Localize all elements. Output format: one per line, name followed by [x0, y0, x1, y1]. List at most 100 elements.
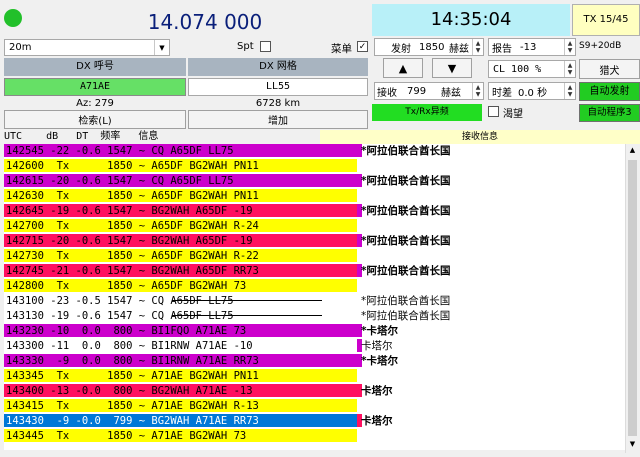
decode-row[interactable]: 143430 -9 -0.0 799 ~ BG2WAH A71AE RR73 卡塔…	[4, 414, 625, 428]
dx-grid-field[interactable]: LL55	[188, 78, 368, 96]
frequency-display: 14.074 000	[147, 10, 263, 34]
decode-country: *阿拉伯联合酋长国	[361, 295, 451, 307]
decode-country: *阿拉伯联合酋长国	[361, 265, 451, 277]
s9-label: S9+20dB	[579, 41, 622, 51]
decode-message: 142715 -20 -0.6 1547 ~ BG2WAH A65DF -19	[4, 234, 357, 247]
rx-freq-spinner[interactable]: 接收 799 赫兹 ▲ ▼	[374, 82, 484, 100]
tx-label: 发射	[391, 43, 411, 55]
decode-message: 143100 -23 -0.5 1547 ~ CQ A65DF LL75	[4, 294, 357, 307]
lookup-button[interactable]: 检索(L)	[4, 110, 186, 129]
decode-country: 卡塔尔	[361, 385, 393, 397]
rx-info-header: 接收信息	[320, 130, 640, 144]
freq-up-button[interactable]: ▲	[383, 58, 423, 78]
distance-readout: 6728 km	[255, 98, 301, 109]
txrx-split-button[interactable]: Tx/Rx异频	[372, 104, 482, 121]
decode-row[interactable]: 142715 -20 -0.6 1547 ~ BG2WAH A65DF -19 *…	[4, 234, 625, 248]
decode-row[interactable]: 143230 -10 0.0 800 ~ BI1FQO A71AE 73 *卡塔尔	[4, 324, 625, 338]
cl-spin-icon[interactable]: ▲ ▼	[564, 61, 575, 77]
decode-row[interactable]: 142645 -19 -0.6 1547 ~ BG2WAH A65DF -19 *…	[4, 204, 625, 218]
rx-freq-value: 799	[407, 85, 427, 97]
decode-message: 143300 -11 0.0 800 ~ BI1RNW A71AE -10	[6, 340, 253, 352]
decode-message: 143430 -9 -0.0 799 ~ BG2WAH A71AE RR73	[4, 414, 357, 427]
decode-row[interactable]: 143100 -23 -0.5 1547 ~ CQ A65DF LL75 *阿拉伯…	[4, 294, 625, 308]
decode-row[interactable]: 142700 Tx 1850 ~ A65DF BG2WAH R-24	[4, 219, 625, 233]
decode-row[interactable]: 142630 Tx 1850 ~ A65DF BG2WAH PN11	[4, 189, 625, 203]
decode-message: 143400 -13 -0.0 800 ~ BG2WAH A71AE -13	[4, 384, 357, 397]
scroll-thumb[interactable]	[628, 160, 637, 436]
tx-freq-spinner[interactable]: 发射 1850 赫兹 ▲ ▼	[374, 38, 484, 56]
rx-hz-label: 赫兹	[441, 87, 461, 99]
watch-checkbox[interactable]	[488, 106, 499, 117]
watch-label: 渴望	[503, 109, 523, 120]
decode-row[interactable]: 143345 Tx 1850 ~ A71AE BG2WAH PN11	[4, 369, 625, 383]
decode-row[interactable]: 142730 Tx 1850 ~ A65DF BG2WAH R-22	[4, 249, 625, 263]
hound-button[interactable]: 猎犬	[579, 59, 640, 79]
decode-country: *卡塔尔	[361, 325, 398, 337]
decode-row[interactable]: 143400 -13 -0.0 800 ~ BG2WAH A71AE -13 卡塔…	[4, 384, 625, 398]
auto-tx-button[interactable]: 自动发射	[579, 82, 640, 101]
time-offset-spinner[interactable]: 时差 0.0 秒 ▲ ▼	[488, 82, 576, 100]
decode-message: 142700 Tx 1850 ~ A65DF BG2WAH R-24	[4, 219, 357, 232]
decode-country: 卡塔尔	[361, 415, 393, 427]
decode-country: *卡塔尔	[361, 355, 398, 367]
decode-row[interactable]: 143415 Tx 1850 ~ A71AE BG2WAH R-13	[4, 399, 625, 413]
decode-message: 142615 -20 -0.6 1547 ~ CQ A65DF LL75	[4, 174, 357, 187]
chevron-down-icon: ▼	[154, 40, 169, 55]
decode-message: 143415 Tx 1850 ~ A71AE BG2WAH R-13	[4, 399, 357, 412]
scrollbar[interactable]: ▲ ▼	[625, 144, 638, 453]
decode-row[interactable]: 143445 Tx 1850 ~ A71AE BG2WAH 73	[4, 429, 625, 443]
decode-row[interactable]: 143130 -19 -0.6 1547 ~ CQ A65DF LL75 *阿拉伯…	[4, 309, 625, 323]
rx-freq-spin-icon[interactable]: ▲ ▼	[472, 83, 483, 99]
scroll-up-icon[interactable]: ▲	[626, 144, 639, 157]
tx-status-badge: TX 15/45	[572, 4, 640, 36]
report-spin-icon[interactable]: ▲ ▼	[564, 39, 575, 55]
freq-down-button[interactable]: ▼	[432, 58, 472, 78]
decode-message: 142630 Tx 1850 ~ A65DF BG2WAH PN11	[4, 189, 357, 202]
decode-list[interactable]: 142545 -22 -0.6 1547 ~ CQ A65DF LL75 *阿拉伯…	[4, 144, 625, 450]
decode-row[interactable]: 142745 -21 -0.6 1547 ~ BG2WAH A65DF RR73…	[4, 264, 625, 278]
decode-message: 143230 -10 0.0 800 ~ BI1FQO A71AE 73	[4, 324, 357, 337]
hz-label: 赫兹	[449, 43, 469, 55]
tx-freq-value: 1850	[419, 41, 445, 53]
dx-call-header: DX 呼号	[4, 58, 186, 76]
column-header: UTC dB DT 频率 信息	[4, 130, 318, 144]
cl-spinner[interactable]: CL 100 % ▲ ▼	[488, 60, 576, 78]
decode-message: 142645 -19 -0.6 1547 ~ BG2WAH A65DF -19	[4, 204, 357, 217]
time-offset-label: 时差	[492, 87, 512, 99]
decode-row[interactable]: 142615 -20 -0.6 1547 ~ CQ A65DF LL75 *阿拉伯…	[4, 174, 625, 188]
scroll-down-icon[interactable]: ▼	[626, 438, 639, 451]
decode-row[interactable]: 143330 -9 0.0 800 ~ BI1RNW A71AE RR73 *卡塔…	[4, 354, 625, 368]
spt-label: Spt	[237, 41, 254, 52]
decode-message: 143445 Tx 1850 ~ A71AE BG2WAH 73	[4, 429, 357, 442]
azimuth-readout: Az: 279	[76, 98, 114, 109]
decode-country: *阿拉伯联合酋长国	[361, 145, 451, 157]
decode-country: 卡塔尔	[361, 340, 393, 352]
report-spinner[interactable]: 报告 -13 ▲ ▼	[488, 38, 576, 56]
rx-label: 接收	[377, 87, 397, 99]
tx-freq-spin-icon[interactable]: ▲ ▼	[472, 39, 483, 55]
decode-message: 142730 Tx 1850 ~ A65DF BG2WAH R-22	[4, 249, 357, 262]
decode-message: 143330 -9 0.0 800 ~ BI1RNW A71AE RR73	[4, 354, 357, 367]
decode-row[interactable]: 142800 Tx 1850 ~ A65DF BG2WAH 73	[4, 279, 625, 293]
clock-display: 14:35:04	[372, 4, 570, 36]
decode-message: 143130 -19 -0.6 1547 ~ CQ A65DF LL75	[4, 309, 357, 322]
decode-row[interactable]: 142545 -22 -0.6 1547 ~ CQ A65DF LL75 *阿拉伯…	[4, 144, 625, 158]
band-select[interactable]: 20m ▼	[4, 39, 170, 56]
time-offset-value: 0.0 秒	[518, 87, 548, 99]
menu-label: 菜单	[331, 43, 352, 55]
menu-checkbox[interactable]: ✓	[357, 41, 368, 52]
decode-row[interactable]: 143300 -11 0.0 800 ~ BI1RNW A71AE -10 卡塔尔	[4, 339, 625, 353]
decode-country: *阿拉伯联合酋长国	[361, 205, 451, 217]
dx-grid-header: DX 网格	[188, 58, 368, 76]
add-button[interactable]: 增加	[188, 110, 368, 129]
decode-message: 142745 -21 -0.6 1547 ~ BG2WAH A65DF RR73	[4, 264, 357, 277]
time-offset-spin-icon[interactable]: ▲ ▼	[564, 83, 575, 99]
decode-message: 142800 Tx 1850 ~ A65DF BG2WAH 73	[4, 279, 357, 292]
spt-checkbox[interactable]	[260, 41, 271, 52]
auto-seq-button[interactable]: 自动程序3	[579, 104, 640, 122]
dx-call-field[interactable]: A71AE	[4, 78, 186, 96]
decode-message: 143345 Tx 1850 ~ A71AE BG2WAH PN11	[4, 369, 357, 382]
decode-row[interactable]: 142600 Tx 1850 ~ A65DF BG2WAH PN11	[4, 159, 625, 173]
decode-message: 142600 Tx 1850 ~ A65DF BG2WAH PN11	[4, 159, 357, 172]
decode-country: *阿拉伯联合酋长国	[361, 235, 451, 247]
